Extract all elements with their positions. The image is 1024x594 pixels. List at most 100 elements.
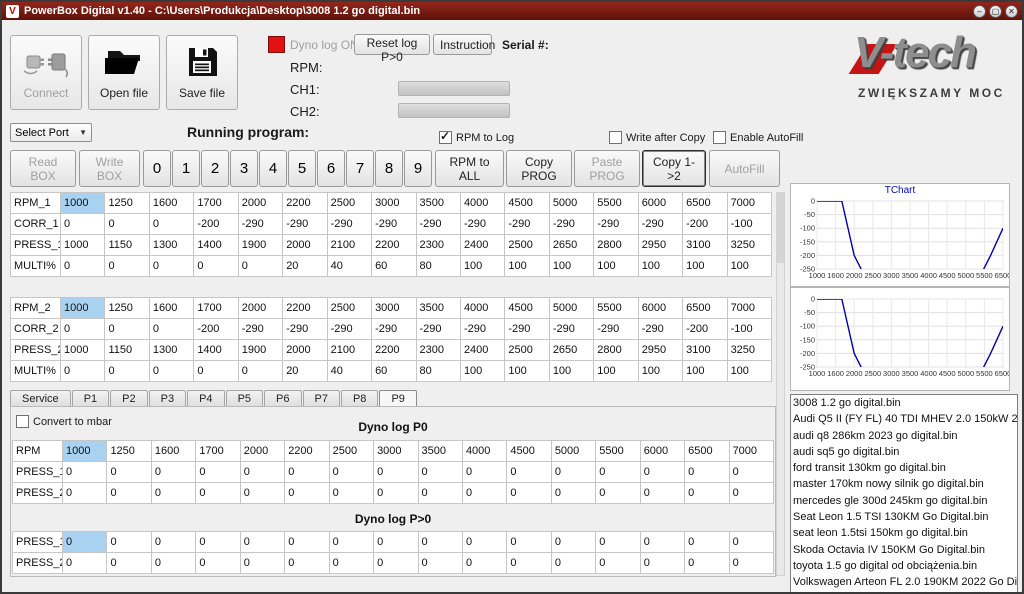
table-cell[interactable]: 1300 [149,235,193,256]
table-cell[interactable]: 100 [594,256,638,277]
table-cell[interactable]: 0 [151,462,195,483]
digit-button-7[interactable]: 7 [346,150,374,187]
table-cell[interactable]: -200 [194,319,238,340]
table-cell[interactable]: 2000 [238,298,282,319]
vertical-scrollbar[interactable] [776,192,785,576]
table-cell[interactable]: 2800 [594,340,638,361]
write-after-copy-checkbox[interactable]: Write after Copy [609,131,705,144]
table-cell[interactable]: -290 [372,319,416,340]
table-cell[interactable]: 4000 [460,193,504,214]
table-cell[interactable]: -290 [327,214,371,235]
tab-service[interactable]: Service [10,390,71,406]
file-list-item[interactable]: ford transit 130km go digital.bin [791,460,1017,476]
table-cell[interactable]: 0 [551,462,595,483]
table-cell[interactable]: 4500 [507,441,551,462]
table-cell[interactable]: 100 [460,256,504,277]
table-cell[interactable]: 1900 [238,235,282,256]
table-cell[interactable]: 0 [151,532,195,553]
table-cell[interactable]: 100 [549,361,593,382]
table-cell[interactable]: 0 [149,256,193,277]
table-cell[interactable]: 2200 [372,235,416,256]
table-cell[interactable]: 1000 [63,441,107,462]
table-cell[interactable]: -200 [683,214,727,235]
table-cell[interactable]: 0 [105,256,149,277]
table-cell[interactable]: 0 [374,532,418,553]
table-cell[interactable]: 0 [685,462,729,483]
write-box-button[interactable]: Write BOX [79,150,140,187]
table-cell[interactable]: 4500 [505,298,549,319]
table-cell[interactable]: 2500 [505,340,549,361]
table-cell[interactable]: 0 [240,483,284,504]
tab-p9[interactable]: P9 [379,390,416,406]
table-cell[interactable]: 0 [63,483,107,504]
table-cell[interactable]: 100 [727,256,771,277]
table-cell[interactable]: 2000 [283,340,327,361]
table-cell[interactable]: 6000 [638,298,682,319]
table-cell[interactable]: 5500 [594,193,638,214]
table-cell[interactable]: 1700 [194,298,238,319]
table-cell[interactable]: 2000 [283,235,327,256]
table-cell[interactable]: 1000 [61,340,105,361]
table-cell[interactable]: 0 [238,361,282,382]
table-cell[interactable]: 0 [418,462,462,483]
minimize-button[interactable]: – [973,5,986,18]
table-cell[interactable]: 0 [596,532,640,553]
table-cell[interactable]: -290 [283,319,327,340]
copy-1-to-2-button[interactable]: Copy 1->2 [642,150,706,187]
table-cell[interactable]: 0 [107,553,151,574]
table-cell[interactable]: 0 [685,532,729,553]
table-cell[interactable]: -290 [594,319,638,340]
table-cell[interactable]: 2500 [327,193,371,214]
table-cell[interactable]: 0 [240,553,284,574]
table-cell[interactable]: 100 [683,361,727,382]
table-cell[interactable]: 100 [460,361,504,382]
table-cell[interactable]: 0 [462,483,506,504]
table-cell[interactable]: 100 [594,361,638,382]
table-cell[interactable]: 2000 [238,193,282,214]
checkbox-box[interactable] [439,131,452,144]
digit-button-1[interactable]: 1 [172,150,200,187]
table-cell[interactable]: 40 [327,256,371,277]
table-cell[interactable]: 0 [640,462,684,483]
table-cell[interactable]: 2400 [460,340,504,361]
table-cell[interactable]: 0 [685,553,729,574]
table-cell[interactable]: -290 [549,319,593,340]
table-cell[interactable]: 0 [640,532,684,553]
table-cell[interactable]: 0 [194,256,238,277]
table-cell[interactable]: 0 [729,532,773,553]
table-cell[interactable]: -290 [283,214,327,235]
table-cell[interactable]: 0 [105,319,149,340]
table-cell[interactable]: 100 [549,256,593,277]
table-cell[interactable]: -200 [683,319,727,340]
digit-button-2[interactable]: 2 [201,150,229,187]
table-cell[interactable]: 0 [196,532,240,553]
table-cell[interactable]: 5000 [549,298,593,319]
table-cell[interactable]: 0 [63,532,107,553]
file-list-item[interactable]: Seat Leon 1.5 TSI 130KM Go Digital.bin [791,509,1017,525]
table-cell[interactable]: 0 [285,553,329,574]
table-cell[interactable]: 1000 [61,193,105,214]
table-cell[interactable]: 0 [462,553,506,574]
table-cell[interactable]: 6000 [640,441,684,462]
table-cell[interactable]: 2650 [549,235,593,256]
read-box-button[interactable]: Read BOX [10,150,76,187]
table-cell[interactable]: 100 [505,256,549,277]
table-cell[interactable]: 0 [63,462,107,483]
table-cell[interactable]: 3000 [372,193,416,214]
table-cell[interactable]: -290 [549,214,593,235]
table-cell[interactable]: -290 [238,214,282,235]
table-cell[interactable]: 0 [105,361,149,382]
table-cell[interactable]: 0 [61,319,105,340]
table-cell[interactable]: 0 [685,483,729,504]
file-list-item[interactable]: audi sq5 go digital.bin [791,444,1017,460]
table-cell[interactable]: 20 [283,256,327,277]
table-cell[interactable]: 2200 [285,441,329,462]
table-cell[interactable]: 1700 [194,193,238,214]
table-cell[interactable]: 2400 [460,235,504,256]
table-cell[interactable]: -290 [327,319,371,340]
file-list-item[interactable]: mercedes gle 300d 245km go digital.bin [791,493,1017,509]
tab-p1[interactable]: P1 [72,390,109,406]
save-file-button[interactable]: Save file [166,35,238,110]
file-list-item[interactable]: Audi Q5 II (FY FL) 40 TDI MHEV 2.0 150kW… [791,411,1017,427]
table-cell[interactable]: 5500 [596,441,640,462]
